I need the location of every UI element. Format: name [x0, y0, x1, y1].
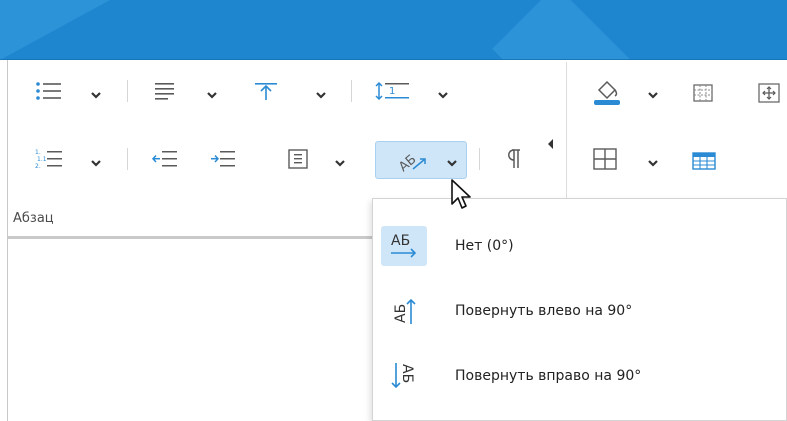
- show-formatting-button[interactable]: [498, 145, 528, 173]
- move-arrows-icon: [758, 83, 780, 103]
- align-left-icon: [155, 83, 174, 100]
- menu-item-label: Повернуть вправо на 90°: [455, 368, 642, 384]
- title-bar-decoration: [492, 0, 648, 59]
- text-rotate-icon: АБ: [396, 152, 426, 175]
- insert-table-button[interactable]: [689, 147, 719, 175]
- chevron-down-icon[interactable]: [89, 156, 103, 170]
- chevron-down-icon[interactable]: [436, 88, 450, 102]
- svg-text:1: 1: [389, 86, 395, 97]
- menu-item-rotate-left[interactable]: АБ Повернуть влево на 90°: [373, 282, 787, 340]
- svg-text:АБ: АБ: [399, 364, 415, 383]
- borders-button[interactable]: [590, 145, 620, 173]
- menu-item-no-rotation[interactable]: АБ Нет (0°): [373, 217, 787, 275]
- paragraph-spacing-button[interactable]: [283, 145, 313, 173]
- text-direction-none-icon: АБ: [381, 226, 427, 266]
- menu-item-rotate-right[interactable]: АБ Повернуть вправо на 90°: [373, 347, 787, 405]
- table-grid-icon: [693, 84, 713, 102]
- svg-text:АБ: АБ: [396, 152, 419, 175]
- svg-text:1.1: 1.1: [37, 156, 47, 163]
- numbered-list-button[interactable]: 1. 1.1 2.: [32, 145, 66, 173]
- chevron-down-icon[interactable]: [333, 156, 347, 170]
- chevron-down-icon[interactable]: [646, 156, 660, 170]
- text-rotate-left-icon: АБ: [381, 291, 427, 331]
- align-top-icon: [255, 83, 277, 100]
- increase-indent-button[interactable]: [207, 145, 239, 173]
- chevron-down-icon[interactable]: [445, 156, 459, 170]
- window-frame: [7, 60, 8, 421]
- align-left-button[interactable]: [150, 77, 180, 105]
- table-icon: [692, 152, 716, 170]
- chevron-down-icon[interactable]: [205, 88, 219, 102]
- svg-text:АБ: АБ: [393, 304, 409, 323]
- paragraph-group-label: Абзац: [13, 211, 54, 226]
- chevron-down-icon[interactable]: [646, 88, 660, 102]
- table-move-button[interactable]: [756, 79, 782, 107]
- svg-text:АБ: АБ: [391, 233, 410, 249]
- decrease-indent-button[interactable]: [149, 145, 181, 173]
- numbered-list-icon: 1. 1.1 2.: [35, 149, 62, 170]
- decrease-indent-icon: [151, 151, 177, 167]
- bullet-list-icon: [36, 82, 61, 100]
- svg-text:2.: 2.: [35, 163, 41, 170]
- table-grid-button[interactable]: [690, 79, 716, 107]
- pilcrow-icon: [508, 149, 520, 168]
- title-bar: [0, 0, 787, 60]
- menu-item-label: Нет (0°): [455, 238, 514, 254]
- vertical-align-top-button[interactable]: [250, 77, 282, 105]
- chevron-down-icon[interactable]: [314, 88, 328, 102]
- line-spacing-button[interactable]: 1: [373, 77, 419, 105]
- chevron-down-icon[interactable]: [89, 88, 103, 102]
- bullet-list-button[interactable]: [32, 77, 66, 105]
- menu-item-label: Повернуть влево на 90°: [455, 303, 633, 319]
- paragraph-box-icon: [288, 149, 308, 169]
- text-rotate-right-icon: АБ: [381, 356, 427, 396]
- mouse-pointer-icon: [451, 179, 471, 209]
- svg-text:1.: 1.: [35, 149, 41, 156]
- borders-icon: [593, 148, 617, 170]
- paint-bucket-icon: [594, 80, 620, 105]
- increase-indent-icon: [211, 151, 235, 167]
- fill-color-button[interactable]: [590, 75, 624, 107]
- group-expand-arrow-icon[interactable]: [548, 139, 554, 149]
- title-bar-decoration: [0, 0, 110, 59]
- line-spacing-icon: 1: [375, 81, 409, 101]
- text-direction-menu: АБ Нет (0°) АБ Повернуть влево на 90° АБ…: [372, 198, 787, 421]
- document-page-edge: [7, 236, 377, 239]
